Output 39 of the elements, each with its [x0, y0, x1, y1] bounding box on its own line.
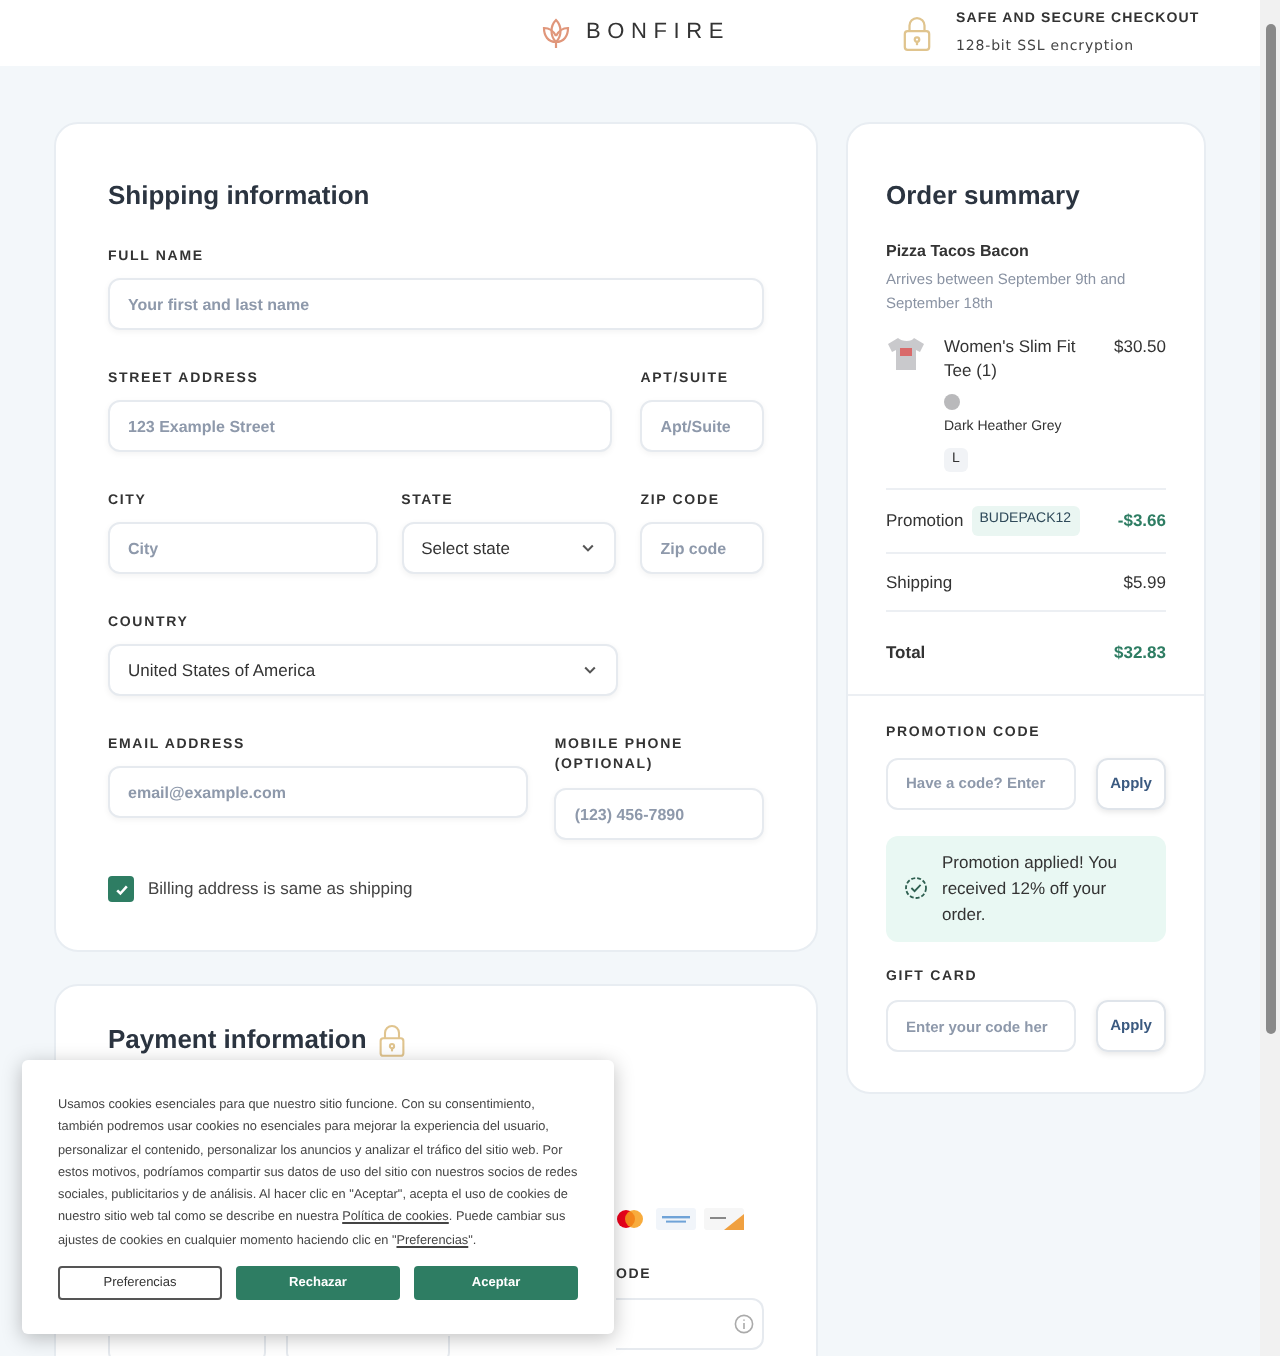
info-icon — [734, 1313, 754, 1333]
check-circle-icon — [904, 876, 928, 900]
card-logo-icon — [704, 1208, 744, 1230]
input-field[interactable]: Apt/Suite — [640, 400, 764, 452]
summary-label: Shipping — [886, 569, 953, 595]
item-price: $30.50 — [1114, 334, 1166, 360]
section-title: Order summary — [886, 180, 1082, 212]
checkbox[interactable] — [108, 876, 134, 902]
item-name: Women's Slim Fit Tee (1) — [944, 334, 1078, 382]
summary-amount: $32.83 — [1114, 640, 1166, 666]
select-field[interactable]: United States of America — [108, 644, 618, 696]
check-icon — [113, 881, 129, 897]
input-field[interactable]: (123) 456-7890 — [554, 788, 764, 840]
input-field[interactable]: email@example.com — [108, 766, 529, 818]
mastercard-icon — [612, 1208, 648, 1230]
input-field[interactable]: 123 Example Street — [108, 400, 613, 452]
scrollbar-thumb[interactable] — [1265, 24, 1275, 1034]
summary-amount: $5.99 — [1123, 569, 1166, 595]
section-title: Shipping information — [108, 180, 372, 212]
input-field[interactable]: City — [108, 522, 378, 574]
summary-amount: -$3.66 — [1117, 507, 1166, 534]
summary-label: Promotion — [886, 507, 964, 534]
t-shirt-icon — [886, 334, 926, 374]
select-field[interactable]: Select state — [401, 522, 617, 574]
input-field[interactable]: Your first and last name — [108, 278, 764, 330]
card-logo-icon — [656, 1208, 696, 1230]
lock-icon — [902, 14, 932, 52]
section-title: Payment information — [108, 1024, 367, 1056]
promotion-message: Promotion applied! You received 12% off your order. — [942, 849, 1119, 927]
leaf-logo-icon — [540, 15, 572, 51]
color-swatch — [944, 394, 960, 410]
input-field[interactable]: Zip code — [640, 522, 764, 574]
shop-name: Pizza Tacos Bacon — [886, 240, 1031, 264]
checkbox-label: Billing address is same as shipping — [148, 876, 413, 902]
brand-name: BONFIRE — [586, 18, 730, 49]
chevron-down-icon — [580, 540, 597, 556]
chevron-down-icon — [582, 662, 598, 678]
summary-label: Total — [886, 640, 926, 666]
lock-icon — [378, 1022, 407, 1058]
